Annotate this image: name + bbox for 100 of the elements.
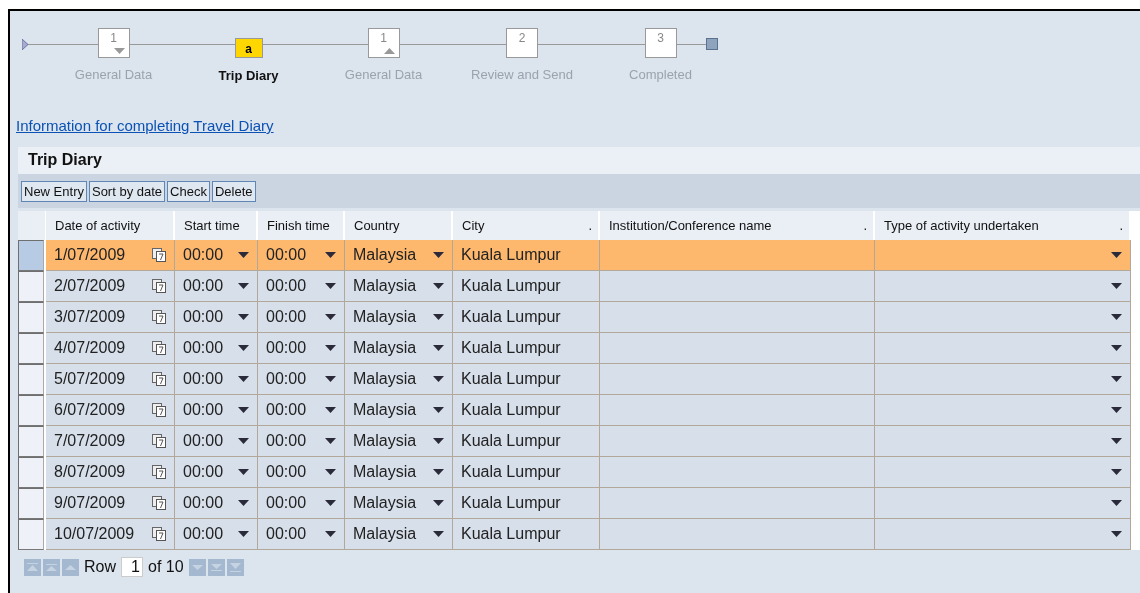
- country-dropdown[interactable]: Malaysia: [345, 457, 453, 488]
- date-value: 5/07/2009: [54, 370, 126, 388]
- country-value: Malaysia: [353, 463, 417, 481]
- date-value: 6/07/2009: [54, 401, 126, 419]
- date-value: 1/07/2009: [54, 246, 126, 264]
- time-dropdown[interactable]: 00:00: [258, 457, 345, 488]
- column-header[interactable]: Institution/Conference name .: [600, 211, 875, 240]
- city-field[interactable]: Kuala Lumpur: [453, 395, 600, 426]
- city-field[interactable]: Kuala Lumpur: [453, 457, 600, 488]
- country-dropdown[interactable]: Malaysia: [345, 364, 453, 395]
- step-number: a: [245, 42, 252, 57]
- column-header[interactable]: Finish time: [258, 211, 345, 240]
- date-field[interactable]: 1/07/2009: [46, 240, 175, 271]
- time-value: 00:00: [266, 339, 307, 357]
- date-field[interactable]: 8/07/2009: [46, 457, 175, 488]
- country-dropdown[interactable]: Malaysia: [345, 271, 453, 302]
- date-field[interactable]: 7/07/2009: [46, 426, 175, 457]
- column-title: Type of activity undertaken: [884, 218, 1039, 233]
- date-field[interactable]: 4/07/2009: [46, 333, 175, 364]
- time-value: 00:00: [183, 494, 224, 512]
- city-field[interactable]: Kuala Lumpur: [453, 302, 600, 333]
- country-dropdown[interactable]: Malaysia: [345, 519, 453, 550]
- toolbar-button[interactable]: Sort by date: [88, 180, 166, 202]
- time-dropdown[interactable]: 00:00: [175, 333, 258, 364]
- city-value: Kuala Lumpur: [461, 277, 561, 295]
- column-header[interactable]: Start time: [175, 211, 258, 240]
- step-box[interactable]: a: [234, 38, 263, 58]
- city-value: Kuala Lumpur: [461, 246, 561, 264]
- column-title: Country: [354, 218, 400, 233]
- panel-title: Trip Diary: [18, 147, 1140, 174]
- country-dropdown[interactable]: Malaysia: [345, 488, 453, 519]
- time-dropdown[interactable]: 00:00: [258, 271, 345, 302]
- country-dropdown[interactable]: Malaysia: [345, 302, 453, 333]
- city-field[interactable]: Kuala Lumpur: [453, 240, 600, 271]
- time-dropdown[interactable]: 00:00: [258, 488, 345, 519]
- city-value: Kuala Lumpur: [461, 308, 561, 326]
- time-value: 00:00: [266, 370, 307, 388]
- city-field[interactable]: Kuala Lumpur: [453, 364, 600, 395]
- time-value: 00:00: [183, 246, 224, 264]
- country-dropdown[interactable]: Malaysia: [345, 240, 453, 271]
- country-dropdown[interactable]: Malaysia: [345, 333, 453, 364]
- time-dropdown[interactable]: 00:00: [175, 271, 258, 302]
- column-header[interactable]: Date of activity: [46, 211, 175, 240]
- step-box[interactable]: 2: [506, 28, 538, 58]
- toolbar-button[interactable]: Delete: [211, 180, 256, 202]
- time-dropdown[interactable]: 00:00: [258, 333, 345, 364]
- date-field[interactable]: 10/07/2009: [46, 519, 175, 550]
- time-dropdown[interactable]: 00:00: [258, 302, 345, 333]
- column-header[interactable]: Country: [345, 211, 453, 240]
- column-header[interactable]: City .: [453, 211, 600, 240]
- time-dropdown[interactable]: 00:00: [175, 488, 258, 519]
- time-value: 00:00: [183, 308, 224, 326]
- resize-mark[interactable]: .: [588, 218, 592, 233]
- time-dropdown[interactable]: 00:00: [258, 240, 345, 271]
- toolbar-button[interactable]: New Entry: [21, 180, 87, 202]
- time-dropdown[interactable]: 00:00: [175, 519, 258, 550]
- step-label[interactable]: Trip Diary: [218, 68, 279, 83]
- city-field[interactable]: Kuala Lumpur: [453, 426, 600, 457]
- step-box[interactable]: 1: [367, 28, 400, 58]
- date-field[interactable]: 5/07/2009: [46, 364, 175, 395]
- city-value: Kuala Lumpur: [461, 401, 561, 419]
- time-value: 00:00: [183, 339, 224, 357]
- country-dropdown[interactable]: Malaysia: [345, 426, 453, 457]
- city-value: Kuala Lumpur: [461, 370, 561, 388]
- time-dropdown[interactable]: 00:00: [258, 364, 345, 395]
- step-box[interactable]: 3: [644, 28, 677, 58]
- city-field[interactable]: Kuala Lumpur: [453, 271, 600, 302]
- column-title: Institution/Conference name: [609, 218, 772, 233]
- row-total: of 10: [148, 558, 184, 576]
- time-dropdown[interactable]: 00:00: [175, 240, 258, 271]
- time-dropdown[interactable]: 00:00: [258, 395, 345, 426]
- time-dropdown[interactable]: 00:00: [175, 457, 258, 488]
- column-header[interactable]: Type of activity undertaken .: [875, 211, 1131, 240]
- date-field[interactable]: 3/07/2009: [46, 302, 175, 333]
- time-dropdown[interactable]: 00:00: [258, 519, 345, 550]
- time-dropdown[interactable]: 00:00: [175, 364, 258, 395]
- country-value: Malaysia: [353, 432, 417, 450]
- time-dropdown[interactable]: 00:00: [175, 395, 258, 426]
- resize-mark[interactable]: .: [1119, 218, 1123, 233]
- info-link[interactable]: Information for completing Travel Diary: [16, 117, 274, 134]
- city-field[interactable]: Kuala Lumpur: [453, 333, 600, 364]
- date-field[interactable]: 2/07/2009: [46, 271, 175, 302]
- country-value: Malaysia: [353, 277, 417, 295]
- step-box[interactable]: 1: [97, 28, 130, 58]
- country-value: Malaysia: [353, 339, 417, 357]
- date-field[interactable]: 6/07/2009: [46, 395, 175, 426]
- row-input[interactable]: 1: [121, 557, 143, 577]
- time-value: 00:00: [266, 401, 307, 419]
- toolbar-button[interactable]: Check: [167, 180, 210, 202]
- time-dropdown[interactable]: 00:00: [258, 426, 345, 457]
- resize-mark[interactable]: .: [863, 218, 867, 233]
- time-value: 00:00: [183, 370, 224, 388]
- time-dropdown[interactable]: 00:00: [175, 302, 258, 333]
- time-dropdown[interactable]: 00:00: [175, 426, 258, 457]
- city-field[interactable]: Kuala Lumpur: [453, 488, 600, 519]
- date-field[interactable]: 9/07/2009: [46, 488, 175, 519]
- country-dropdown[interactable]: Malaysia: [345, 395, 453, 426]
- step-number: 1: [380, 31, 387, 47]
- city-field[interactable]: Kuala Lumpur: [453, 519, 600, 550]
- time-value: 00:00: [266, 432, 307, 450]
